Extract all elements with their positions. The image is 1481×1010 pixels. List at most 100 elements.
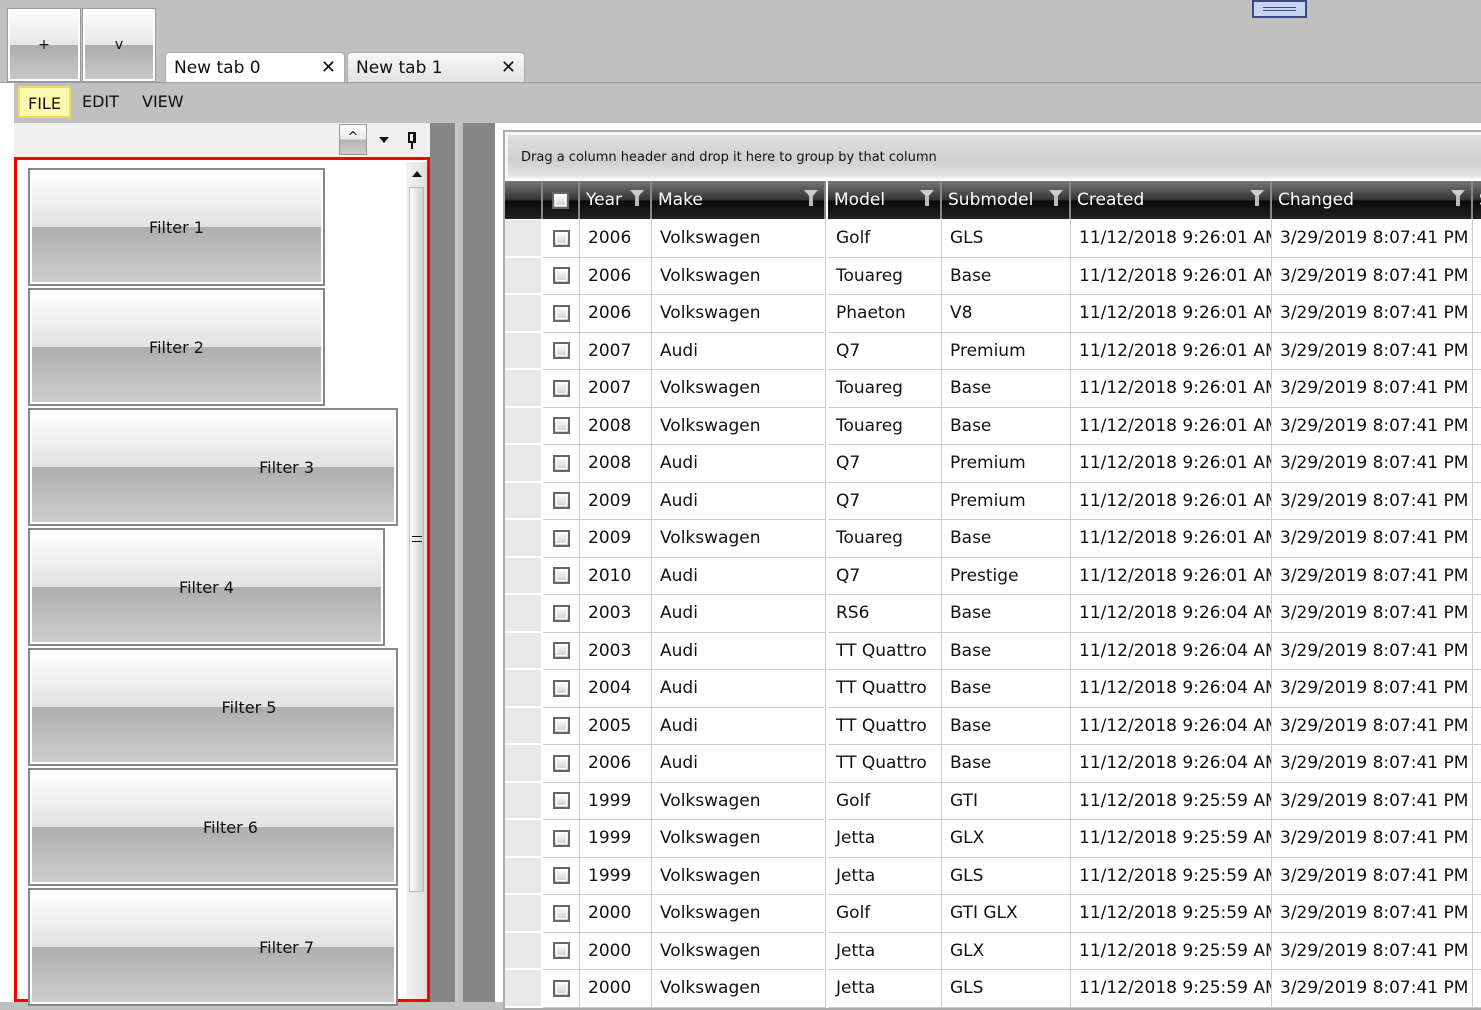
filter-button-2[interactable]: Filter 2 [28, 288, 325, 406]
table-cell[interactable]: Base [942, 520, 1071, 558]
table-cell[interactable]: Volkswagen [652, 370, 826, 408]
pin-icon[interactable] [408, 132, 416, 143]
table-cell[interactable]: GLS [942, 857, 1071, 895]
table-cell[interactable]: Jetta [828, 820, 942, 858]
table-cell[interactable]: 2 [1473, 408, 1481, 445]
table-cell[interactable]: 2 [1473, 558, 1481, 595]
table-cell[interactable]: 2009 [580, 520, 652, 558]
row-header[interactable] [505, 820, 543, 858]
table-cell[interactable]: 2 [1473, 595, 1481, 633]
table-cell[interactable]: 3/29/2019 8:07:41 PM [1272, 332, 1473, 370]
table-cell[interactable]: 3/29/2019 8:07:41 PM [1272, 220, 1473, 258]
table-cell[interactable]: 2 [1473, 333, 1481, 370]
table-cell[interactable]: 2004 [580, 670, 652, 708]
row-header[interactable] [505, 407, 543, 445]
table-cell[interactable]: 11/12/2018 9:26:01 AM [1071, 295, 1272, 333]
table-cell[interactable]: 2000 [580, 932, 652, 970]
table-cell[interactable]: Jetta [828, 857, 942, 895]
table-cell[interactable]: 3/29/2019 8:07:41 PM [1272, 820, 1473, 858]
table-cell[interactable]: 3/29/2019 8:07:41 PM [1272, 520, 1473, 558]
table-cell[interactable]: 2008 [580, 445, 652, 483]
row-checkbox[interactable] [543, 407, 580, 445]
select-all-checkbox[interactable] [543, 181, 580, 219]
table-cell[interactable]: Volkswagen [652, 220, 826, 258]
table-cell[interactable]: 3/29/2019 8:07:41 PM [1272, 295, 1473, 333]
table-cell[interactable]: Q7 [828, 482, 942, 520]
filter-funnel-icon[interactable] [1250, 190, 1264, 206]
table-cell[interactable]: Prestige [942, 557, 1071, 595]
row-checkbox[interactable] [543, 632, 580, 670]
table-cell[interactable]: Base [942, 257, 1071, 295]
table-cell[interactable]: 11/12/2018 9:26:01 AM [1071, 482, 1272, 520]
filter-funnel-icon[interactable] [1451, 190, 1465, 206]
row-checkbox[interactable] [543, 595, 580, 633]
menu-edit[interactable]: EDIT [74, 86, 127, 118]
column-header-changed[interactable]: Changed [1272, 181, 1473, 219]
table-cell[interactable]: 2007 [580, 332, 652, 370]
table-cell[interactable]: TT Quattro [828, 707, 942, 745]
table-cell[interactable]: 5 [1473, 933, 1481, 970]
row-checkbox[interactable] [543, 707, 580, 745]
table-cell[interactable]: Q7 [828, 557, 942, 595]
table-cell[interactable]: 11/12/2018 9:26:04 AM [1071, 595, 1272, 633]
add-tab-button[interactable]: + [7, 8, 81, 82]
table-cell[interactable]: 2006 [580, 220, 652, 258]
table-cell[interactable]: 9 [1473, 895, 1481, 933]
table-cell[interactable]: 5 [1473, 820, 1481, 858]
table-cell[interactable]: 2000 [580, 895, 652, 933]
menu-file[interactable]: FILE [18, 86, 71, 118]
table-cell[interactable]: Base [942, 707, 1071, 745]
row-header[interactable] [505, 707, 543, 745]
table-cell[interactable]: 11/12/2018 9:25:59 AM [1071, 782, 1272, 820]
tab-new-tab-1[interactable]: New tab 1 ✕ [347, 52, 525, 82]
table-cell[interactable]: Volkswagen [652, 520, 826, 558]
filter-button-7[interactable]: Filter 7 [28, 888, 398, 1006]
table-cell[interactable]: Touareg [828, 407, 942, 445]
row-checkbox[interactable] [543, 332, 580, 370]
table-cell[interactable]: Golf [828, 220, 942, 258]
table-cell[interactable]: 2 [1473, 483, 1481, 520]
table-cell[interactable]: Q7 [828, 445, 942, 483]
table-cell[interactable]: Base [942, 595, 1071, 633]
table-cell[interactable]: Touareg [828, 257, 942, 295]
close-icon[interactable]: ✕ [321, 57, 336, 78]
table-cell[interactable]: GLX [942, 820, 1071, 858]
table-cell[interactable]: Audi [652, 595, 826, 633]
table-cell[interactable]: TT Quattro [828, 745, 942, 783]
table-cell[interactable]: Premium [942, 445, 1071, 483]
row-checkbox[interactable] [543, 895, 580, 933]
tab-list-dropdown-button[interactable]: v [82, 8, 156, 82]
table-cell[interactable]: 11/12/2018 9:26:01 AM [1071, 445, 1272, 483]
row-header[interactable] [505, 857, 543, 895]
table-cell[interactable]: 2005 [580, 707, 652, 745]
table-cell[interactable]: Audi [652, 670, 826, 708]
row-checkbox[interactable] [543, 520, 580, 558]
table-cell[interactable]: 2003 [580, 632, 652, 670]
row-header[interactable] [505, 595, 543, 633]
filter-funnel-icon[interactable] [920, 190, 934, 206]
filter-button-3[interactable]: Filter 3 [28, 408, 398, 526]
table-cell[interactable]: Base [942, 632, 1071, 670]
row-header[interactable] [505, 482, 543, 520]
row-checkbox[interactable] [543, 932, 580, 970]
row-checkbox[interactable] [543, 820, 580, 858]
table-cell[interactable]: 11/12/2018 9:26:04 AM [1071, 632, 1272, 670]
table-cell[interactable]: Audi [652, 745, 826, 783]
filter-funnel-icon[interactable] [630, 190, 644, 206]
table-cell[interactable]: 3/29/2019 8:07:41 PM [1272, 857, 1473, 895]
row-checkbox[interactable] [543, 257, 580, 295]
table-cell[interactable]: Phaeton [828, 295, 942, 333]
table-cell[interactable]: GLS [942, 220, 1071, 258]
table-cell[interactable]: 11/12/2018 9:26:01 AM [1071, 257, 1272, 295]
row-header[interactable] [505, 632, 543, 670]
table-cell[interactable]: 3/29/2019 8:07:41 PM [1272, 257, 1473, 295]
table-cell[interactable]: 9 [1473, 220, 1481, 258]
filter-button-4[interactable]: Filter 4 [28, 528, 385, 646]
tab-new-tab-0[interactable]: New tab 0 ✕ [165, 52, 345, 82]
table-cell[interactable]: 11/12/2018 9:25:59 AM [1071, 895, 1272, 933]
table-cell[interactable]: Volkswagen [652, 820, 826, 858]
table-cell[interactable]: Premium [942, 482, 1071, 520]
table-cell[interactable]: 2 [1473, 370, 1481, 408]
row-checkbox[interactable] [543, 220, 580, 258]
row-checkbox[interactable] [543, 370, 580, 408]
